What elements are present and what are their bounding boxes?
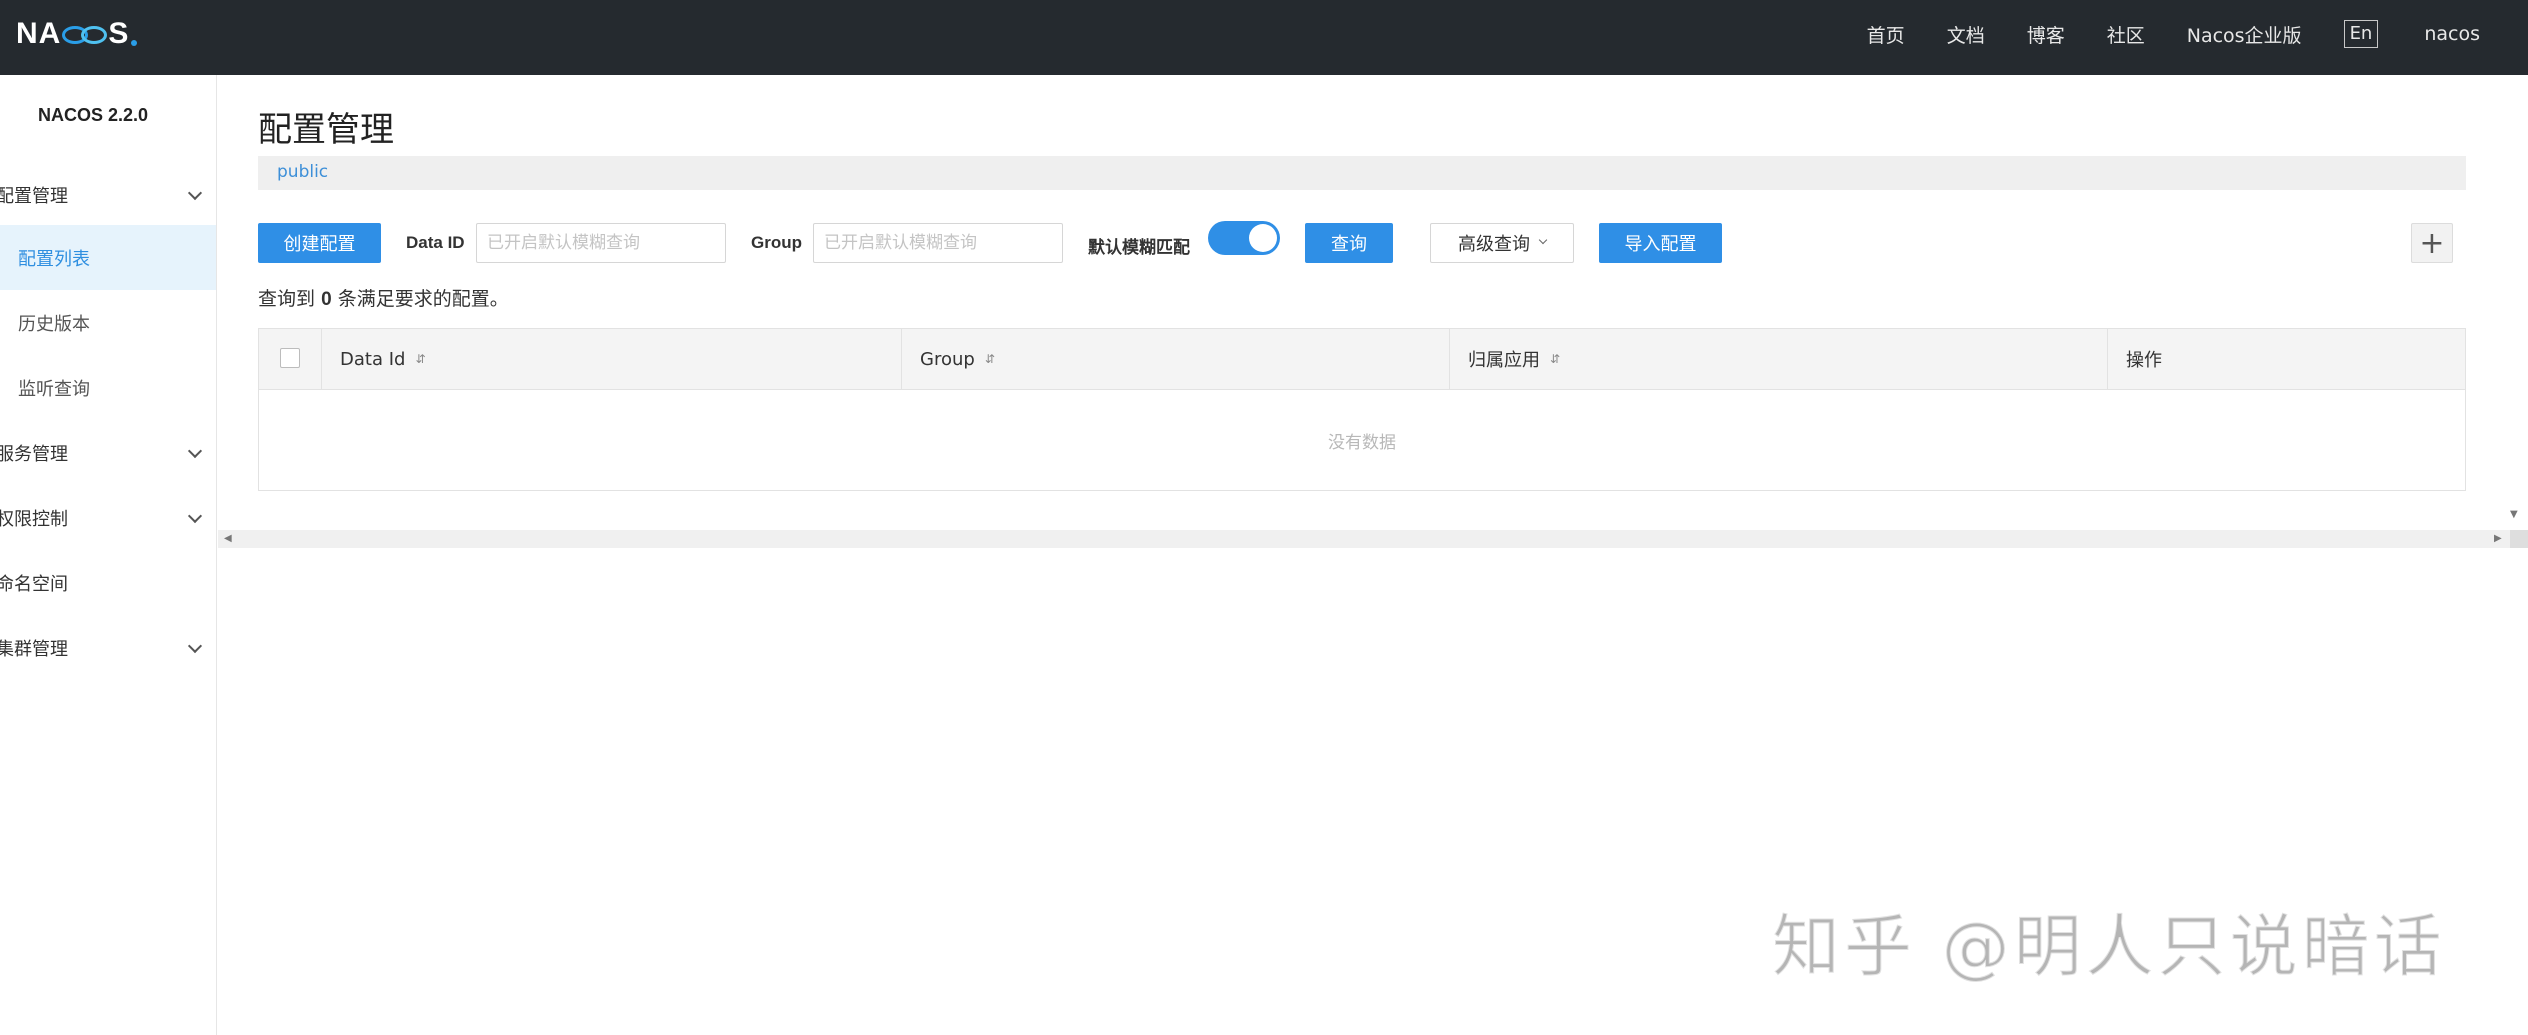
sidebar-item-label: 配置管理 xyxy=(0,185,68,207)
scroll-right-arrow-icon[interactable]: ▶ xyxy=(2494,533,2502,544)
nav-blog-link[interactable]: 博客 xyxy=(2027,21,2065,48)
nacos-logo[interactable]: NA S xyxy=(16,16,138,52)
column-header-group[interactable]: Group ⇵ xyxy=(901,329,1449,389)
sidebar-item-label: 命名空间 xyxy=(0,573,68,595)
column-label: 归属应用 xyxy=(1468,350,1540,371)
logo-dot-icon xyxy=(131,40,138,46)
sidebar-item-namespace[interactable]: 命名空间 xyxy=(0,550,216,615)
chevron-down-icon xyxy=(1538,235,1548,245)
sidebar-item-config-list[interactable]: 配置列表 xyxy=(0,225,216,290)
chevron-down-icon xyxy=(187,185,203,201)
advanced-query-button[interactable]: 高级查询 xyxy=(1430,223,1574,263)
result-count: 0 xyxy=(321,289,332,310)
sidebar-item-label: 集群管理 xyxy=(0,638,68,660)
group-search-input[interactable] xyxy=(813,223,1063,263)
sidebar-item-config-management[interactable]: 配置管理 xyxy=(0,162,216,227)
result-prefix: 查询到 xyxy=(258,288,316,310)
horizontal-scrollbar[interactable]: ◀ ▶ xyxy=(218,530,2510,548)
dataid-label: Data ID xyxy=(406,233,465,252)
scroll-down-arrow-icon[interactable]: ▼ xyxy=(2510,509,2518,520)
sidebar-item-history-versions[interactable]: 历史版本 xyxy=(0,290,216,355)
sidebar-item-label: 权限控制 xyxy=(0,508,68,530)
sidebar-item-label: 历史版本 xyxy=(18,313,90,335)
user-menu[interactable]: nacos xyxy=(2424,23,2480,45)
result-suffix: 条满足要求的配置。 xyxy=(337,288,509,310)
sidebar: NACOS 2.2.0 配置管理 配置列表 历史版本 监听查询 服务管理 权限控… xyxy=(0,75,217,1035)
group-label: Group xyxy=(751,233,802,252)
scroll-left-arrow-icon[interactable]: ◀ xyxy=(224,533,232,544)
column-header-dataid[interactable]: Data Id ⇵ xyxy=(321,329,901,389)
sidebar-item-listener-query[interactable]: 监听查询 xyxy=(0,355,216,420)
toggle-knob xyxy=(1249,224,1277,252)
column-label: Group xyxy=(920,348,975,370)
sidebar-item-label: 服务管理 xyxy=(0,443,68,465)
sidebar-item-cluster-management[interactable]: 集群管理 xyxy=(0,615,216,680)
namespace-tab-public[interactable]: public xyxy=(277,162,328,182)
column-header-app[interactable]: 归属应用 ⇵ xyxy=(1449,329,2107,389)
column-header-actions: 操作 xyxy=(2107,329,2465,389)
logo-ring-icon xyxy=(81,26,108,44)
column-label: Data Id xyxy=(340,348,406,370)
top-nav: 首页 文档 博客 社区 Nacos企业版 En nacos xyxy=(1867,0,2528,68)
fuzzy-match-label: 默认模糊匹配 xyxy=(1088,238,1190,257)
watermark-text: 知乎 @明人只说暗话 xyxy=(1771,907,2446,988)
result-summary: 查询到 0 条满足要求的配置。 xyxy=(258,284,509,311)
sidebar-item-access-control[interactable]: 权限控制 xyxy=(0,485,216,550)
page-title: 配置管理 xyxy=(258,110,394,150)
dataid-search-input[interactable] xyxy=(476,223,726,263)
chevron-down-icon xyxy=(187,638,203,654)
config-table: Data Id ⇵ Group ⇵ 归属应用 ⇵ 操作 没有数据 xyxy=(258,328,2466,491)
logo-text-na: NA xyxy=(16,17,62,50)
top-navbar: NA S 首页 文档 博客 社区 Nacos企业版 En nacos xyxy=(0,0,2528,75)
sort-icon[interactable]: ⇵ xyxy=(1550,352,1560,366)
sidebar-item-label: 配置列表 xyxy=(18,248,90,270)
namespace-bar: public xyxy=(258,156,2466,190)
plus-icon[interactable]: + xyxy=(2411,223,2453,263)
select-all-checkbox[interactable] xyxy=(280,348,300,368)
query-button[interactable]: 查询 xyxy=(1305,223,1393,263)
sidebar-item-label: 监听查询 xyxy=(18,378,90,400)
table-header: Data Id ⇵ Group ⇵ 归属应用 ⇵ 操作 xyxy=(259,329,2465,390)
chevron-down-icon xyxy=(187,508,203,524)
advanced-query-label: 高级查询 xyxy=(1458,234,1530,255)
sort-icon[interactable]: ⇵ xyxy=(415,352,425,366)
scroll-corner xyxy=(2510,530,2528,548)
logo-text-s: S xyxy=(108,17,130,50)
chevron-down-icon xyxy=(187,443,203,459)
column-label: 操作 xyxy=(2126,350,2162,371)
language-switch-button[interactable]: En xyxy=(2343,20,2379,48)
empty-state-text: 没有数据 xyxy=(1328,433,1396,453)
nav-docs-link[interactable]: 文档 xyxy=(1947,21,1985,48)
nav-enterprise-link[interactable]: Nacos企业版 xyxy=(2187,21,2302,48)
create-config-button[interactable]: 创建配置 xyxy=(258,223,381,263)
nav-home-link[interactable]: 首页 xyxy=(1867,21,1905,48)
sidebar-item-service-management[interactable]: 服务管理 xyxy=(0,420,216,485)
import-config-button[interactable]: 导入配置 xyxy=(1599,223,1722,263)
fuzzy-match-toggle[interactable] xyxy=(1208,221,1280,255)
nav-community-link[interactable]: 社区 xyxy=(2107,21,2145,48)
sort-icon[interactable]: ⇵ xyxy=(985,352,995,366)
version-label: NACOS 2.2.0 xyxy=(37,105,149,125)
